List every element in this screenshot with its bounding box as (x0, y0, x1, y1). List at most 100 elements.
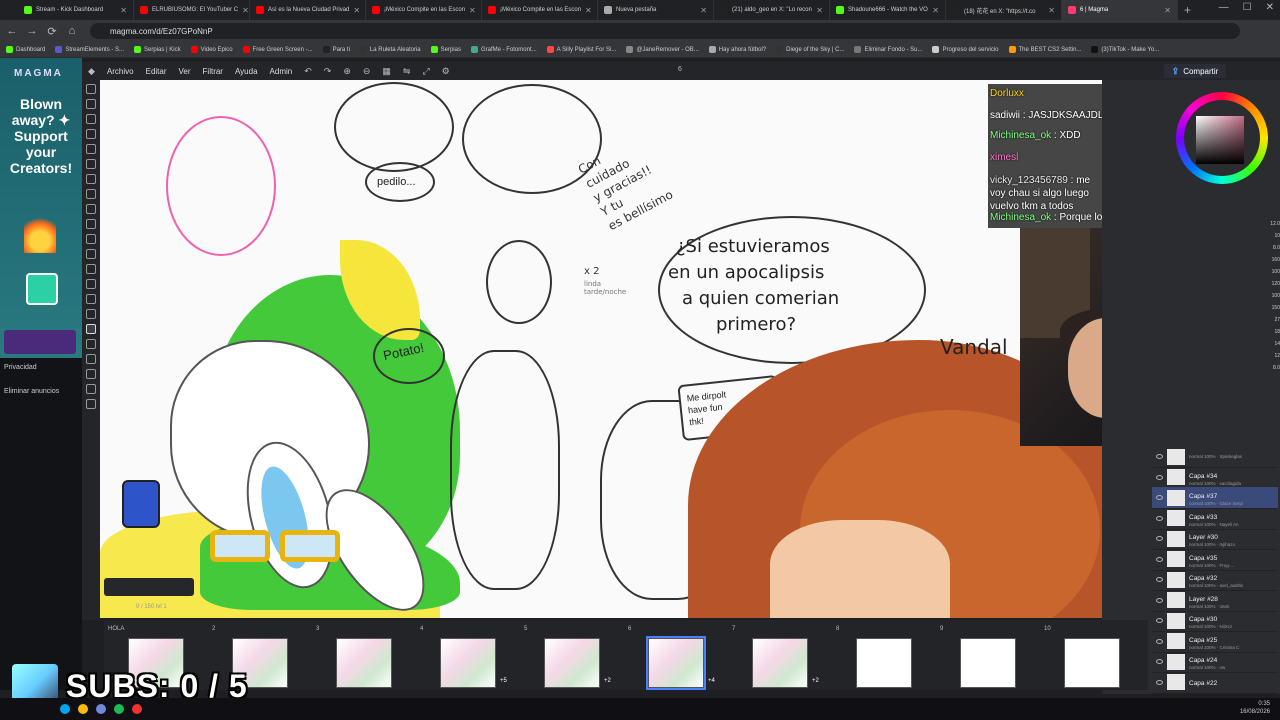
gradient-tool-icon[interactable] (86, 249, 96, 259)
ad-banner[interactable]: MAGMA Blown away? ✦ Support your Creator… (0, 58, 82, 358)
brush-size-scale[interactable]: 12.0 10 8.0 160 100 120 100 150 27 18 14 12 8.0 (1262, 218, 1280, 448)
bookmark-item[interactable]: Serpias | Kick (134, 46, 181, 53)
forward-icon[interactable]: → (26, 25, 38, 37)
obs-icon[interactable] (132, 704, 142, 714)
visibility-eye-icon[interactable] (1156, 536, 1163, 541)
smudge-tool-icon[interactable] (86, 219, 96, 229)
browser-tab[interactable]: (18) 花花 en X: "https://t.co ✕ (946, 0, 1062, 20)
discord-icon[interactable] (96, 704, 106, 714)
visibility-eye-icon[interactable] (1156, 474, 1163, 480)
pen-tool-icon[interactable] (86, 159, 96, 169)
tab-close-icon[interactable]: ✕ (242, 6, 249, 15)
more-tools-icon[interactable] (86, 399, 96, 409)
bookmark-item[interactable]: Progreso del servicio (932, 46, 999, 53)
hand-tool-icon[interactable] (86, 324, 96, 334)
layer-row[interactable]: normal 100% · Sparkeglas (1152, 446, 1278, 468)
visibility-eye-icon[interactable] (1156, 577, 1163, 582)
browser-tab[interactable]: ELRUBIUSOMG: El YouTuber C ✕ (134, 0, 250, 20)
menu-filtrar[interactable]: Filtrar (203, 67, 223, 76)
tab-close-icon[interactable]: ✕ (120, 6, 127, 15)
visibility-eye-icon[interactable] (1156, 638, 1163, 644)
tab-close-icon[interactable]: ✕ (700, 6, 707, 15)
rotate-tool-icon[interactable] (86, 339, 96, 349)
layer-row[interactable]: Capa #35 normal 100% · Frog-... (1152, 549, 1278, 571)
new-tab-icon[interactable]: + (1178, 3, 1197, 17)
select-tool-icon[interactable] (86, 99, 96, 109)
bookmark-item[interactable]: Hay ahora fútbol? (708, 46, 766, 53)
page-frame[interactable]: 9 (940, 626, 1040, 688)
visibility-eye-icon[interactable] (1156, 618, 1163, 623)
pencil-tool-icon[interactable] (86, 174, 96, 184)
undo-icon[interactable]: ↶ (304, 66, 312, 77)
minimize-icon[interactable]: — (1219, 2, 1229, 13)
maximize-icon[interactable]: ☐ (1243, 2, 1252, 13)
eraser-tool-icon[interactable] (86, 204, 96, 214)
tab-close-icon[interactable]: ✕ (1164, 6, 1171, 15)
visibility-eye-icon[interactable] (1156, 597, 1163, 603)
fullscreen-icon[interactable]: ⤢ (422, 66, 429, 77)
page-frame[interactable]: 4 +5 (420, 626, 520, 688)
menu-archivo[interactable]: Archivo (107, 67, 134, 76)
tab-close-icon[interactable]: ✕ (932, 6, 939, 15)
bookmark-item[interactable]: La Ruleta Aleatoria (359, 46, 421, 53)
drawing-canvas[interactable]: pedilo... Con cuidado y gracias!! Y tu e… (100, 80, 1102, 618)
layer-row[interactable]: Capa #32 normal 100% · axel_asaltis (1152, 569, 1278, 591)
zoom-in-icon[interactable]: ⊕ (343, 66, 351, 77)
eyedropper-tool-icon[interactable] (86, 384, 96, 394)
move-tool-icon[interactable] (86, 84, 96, 94)
layer-row[interactable]: Capa #37 normal 100% · Glaze Serpi (1152, 487, 1278, 509)
page-frame[interactable]: 3 (316, 626, 416, 688)
visibility-eye-icon[interactable] (1156, 556, 1163, 562)
url-field[interactable]: magma.com/d/Ez07GPoNnP (90, 23, 1240, 39)
tab-close-icon[interactable]: ✕ (469, 6, 476, 15)
shape-tool-icon[interactable] (86, 279, 96, 289)
saturation-value-picker[interactable] (1196, 116, 1244, 164)
zoom-tool-icon[interactable] (86, 354, 96, 364)
grid-icon[interactable]: ▦ (382, 66, 391, 77)
menu-ayuda[interactable]: Ayuda (235, 67, 258, 76)
text-tool-icon[interactable] (86, 264, 96, 274)
browser-tab[interactable]: ¡México Compite en las Escon ✕ (482, 0, 598, 20)
layer-row[interactable]: Capa #25 normal 100% · Cristina C (1152, 631, 1278, 653)
bookmark-item[interactable]: Diege of the Sky | C... (776, 46, 844, 53)
visibility-eye-icon[interactable] (1156, 679, 1163, 685)
layer-row[interactable]: Capa #33 normal 100% · Nayeli An (1152, 508, 1278, 530)
layer-row[interactable]: Capa #22 (1152, 672, 1278, 694)
browser-tab[interactable]: Así es la Nueva Ciudad Privad ✕ (250, 0, 366, 20)
bookmark-item[interactable]: A Silly Playlist For Si... (546, 46, 616, 53)
circle-tool-icon[interactable] (86, 294, 96, 304)
page-frame[interactable]: 10 (1044, 626, 1144, 688)
browser-tab[interactable]: 6 | Magma ✕ (1062, 0, 1178, 20)
transform-tool-icon[interactable] (86, 144, 96, 154)
layer-row[interactable]: Capa #30 normal 100% · NiiXcz (1152, 610, 1278, 632)
windows-start-icon[interactable] (60, 704, 70, 714)
bookmark-item[interactable]: StreamElements - S... (55, 46, 124, 53)
comment-tool-icon[interactable] (86, 369, 96, 379)
browser-tab[interactable]: Shadoune666 - Watch the VO ✕ (830, 0, 946, 20)
page-frame[interactable]: 5 +2 (524, 626, 624, 688)
bookmark-item[interactable]: Video Epico (190, 46, 233, 53)
settings-icon[interactable]: ⚙ (442, 66, 450, 77)
page-frame[interactable]: 8 (836, 626, 936, 688)
remove-ads-link[interactable]: Eliminar anuncios (4, 388, 59, 395)
visibility-eye-icon[interactable] (1156, 454, 1163, 459)
browser-tab[interactable]: Nueva pestaña ✕ (598, 0, 714, 20)
crop-tool-icon[interactable] (86, 129, 96, 139)
tab-close-icon[interactable]: ✕ (816, 6, 823, 15)
redo-icon[interactable]: ↷ (324, 66, 332, 77)
bookmark-item[interactable]: The BEST CS2 Settin... (1008, 46, 1081, 53)
star-tool-icon[interactable] (86, 309, 96, 319)
fill-tool-icon[interactable] (86, 234, 96, 244)
browser-tab[interactable]: Stream - Kick Dashboard ✕ (18, 0, 134, 20)
brush-tool-icon[interactable] (86, 189, 96, 199)
ad-user-pill[interactable] (4, 330, 76, 354)
bookmark-item[interactable]: GrafMe - Fotomont... (470, 46, 537, 53)
bookmark-item[interactable]: Free Green Screen -... (242, 46, 313, 53)
lasso-tool-icon[interactable] (86, 114, 96, 124)
layer-row[interactable]: Layer #30 normal 100% · mjihazo (1152, 528, 1278, 550)
layer-row[interactable]: Layer #28 normal 100% · Vanti (1152, 590, 1278, 612)
layer-row[interactable]: Capa #24 normal 100% · ow (1152, 651, 1278, 673)
menu-admin[interactable]: Admin (270, 67, 293, 76)
tab-close-icon[interactable]: ✕ (1048, 6, 1055, 15)
bookmark-item[interactable]: @JaneRemover - OB... (626, 46, 699, 53)
